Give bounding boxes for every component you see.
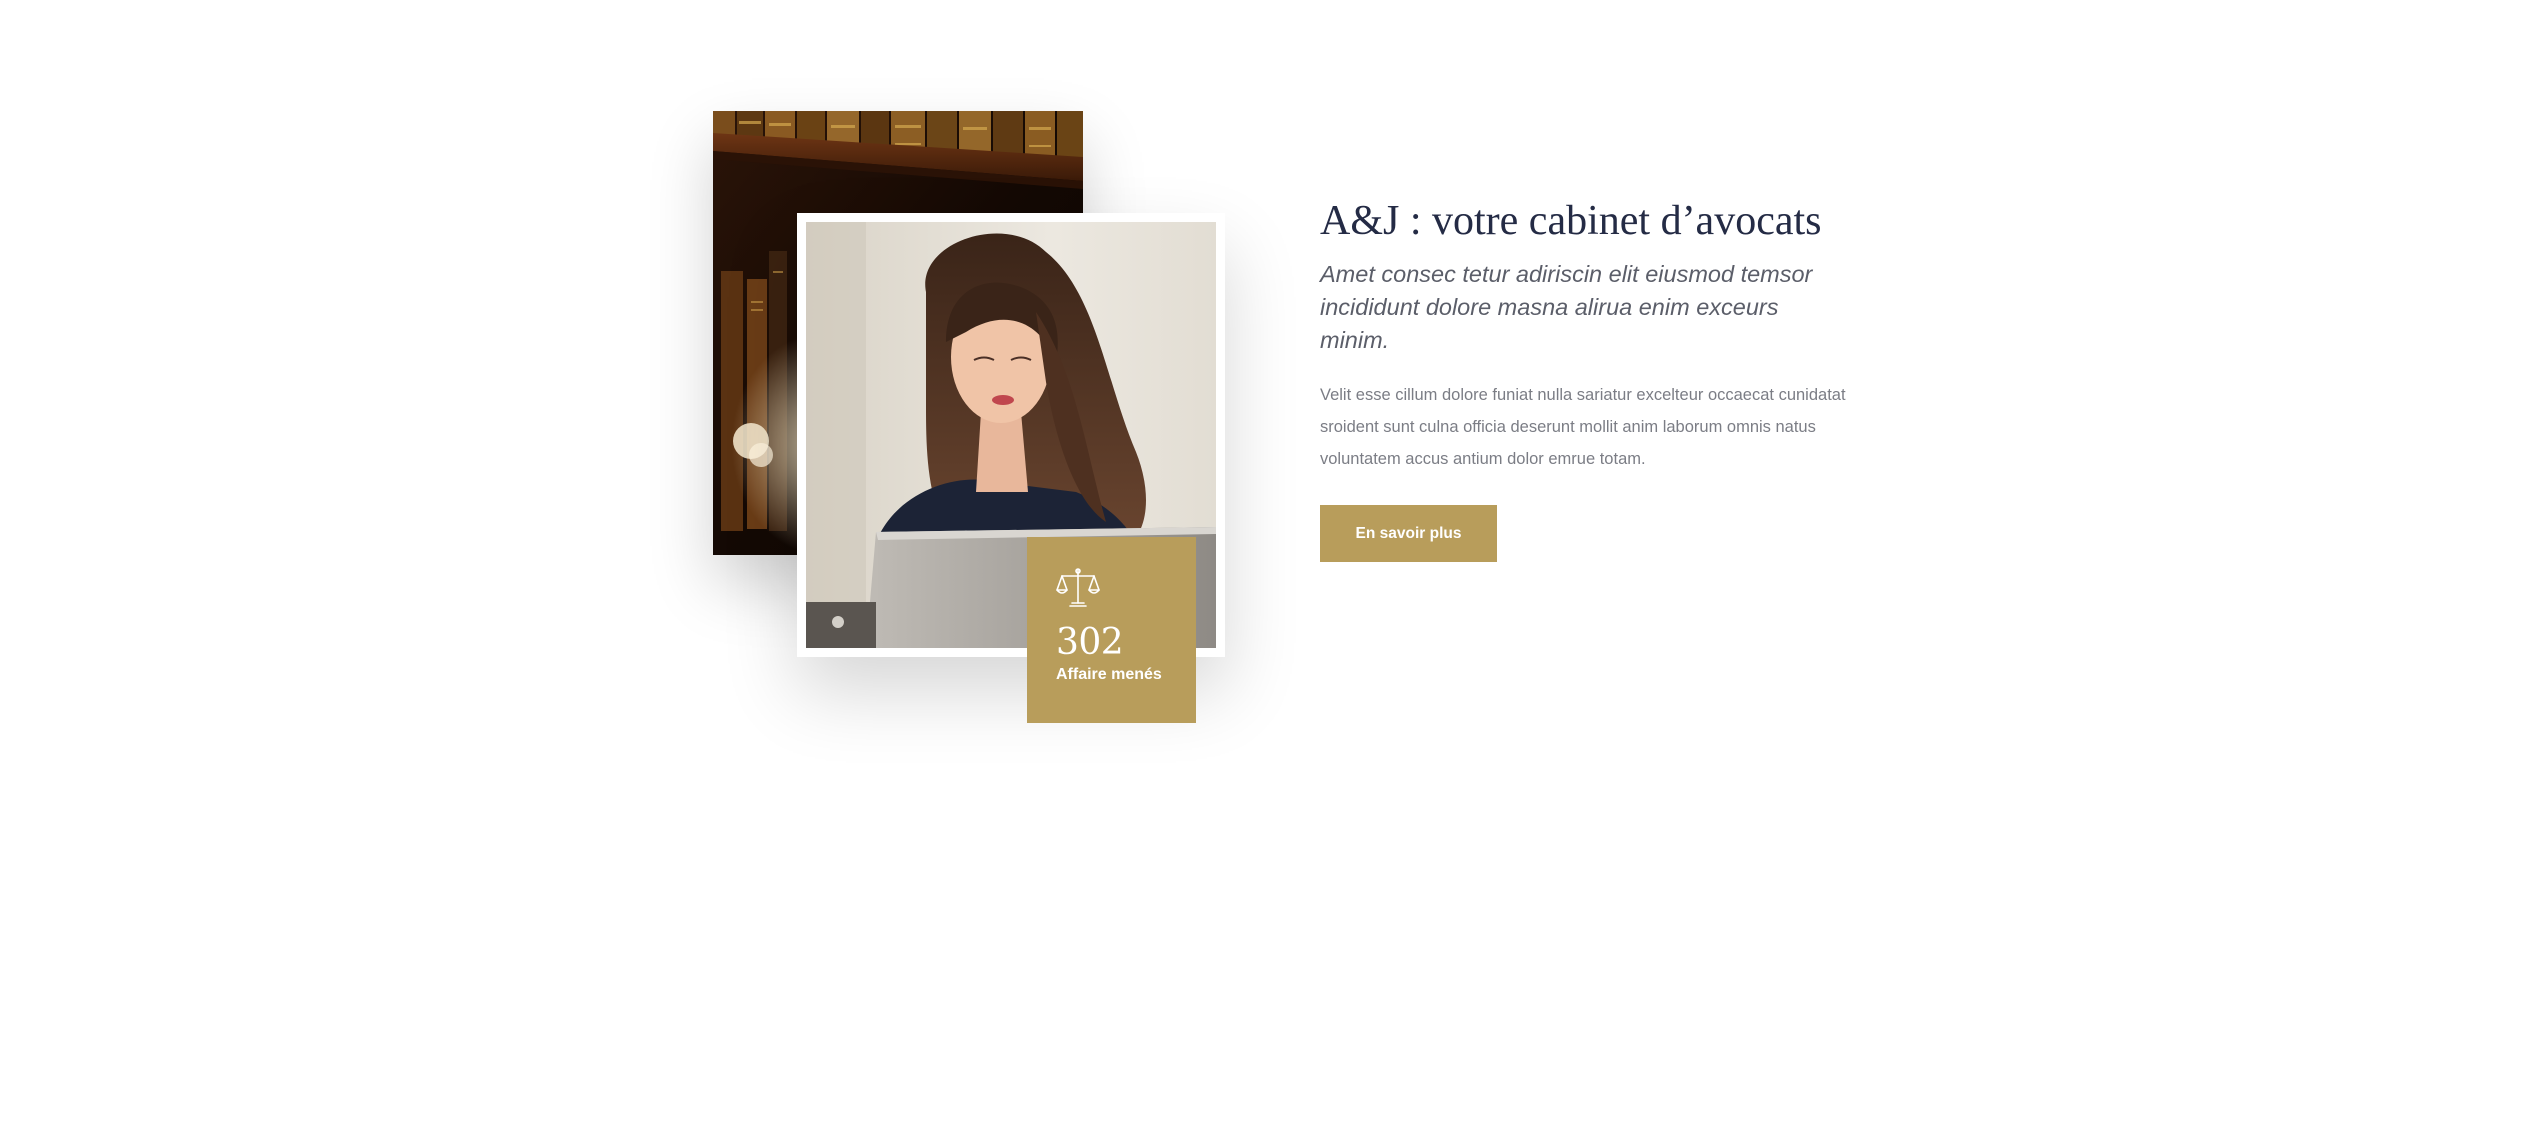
section-title: A&J : votre cabinet d’avocats [1320, 198, 1822, 244]
cases-stat-card: 302 Affaire menés [1027, 537, 1196, 723]
section-lead: Amet consec tetur adiriscin elit eiusmod… [1320, 261, 1813, 353]
cases-label: Affaire menés [1056, 666, 1162, 683]
cases-count: 302 [1056, 622, 1124, 663]
scales-of-justice-icon [1056, 568, 1100, 607]
about-content: A&J : votre cabinet d’avocats Amet conse… [1320, 196, 1860, 562]
section-body: Velit esse cillum dolore funiat nulla sa… [1320, 386, 1846, 468]
learn-more-button[interactable]: En savoir plus [1320, 505, 1497, 562]
about-section: 302 Affaire menés A&J : votre cabinet d’… [0, 0, 2535, 1126]
